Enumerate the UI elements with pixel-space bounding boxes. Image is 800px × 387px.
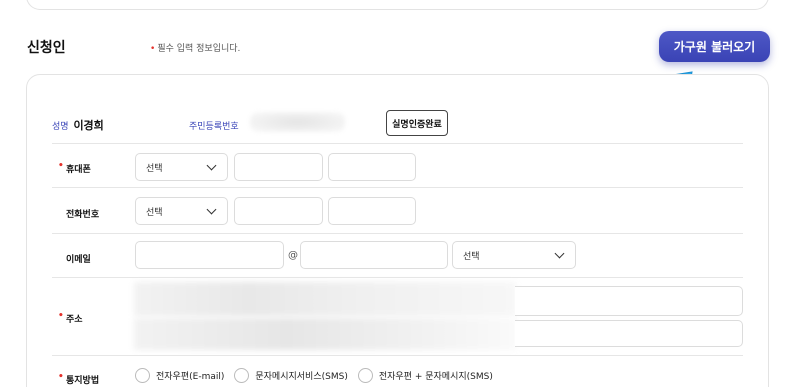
real-name-verified-button[interactable]: 실명인증완료: [386, 110, 448, 136]
radio-button[interactable]: [135, 368, 150, 383]
radio-button[interactable]: [234, 368, 250, 383]
divider: [52, 187, 743, 188]
required-note: • 필수 입력 정보입니다.: [150, 41, 240, 54]
address-detail-input[interactable]: [515, 320, 743, 347]
address-masked-line-1: [134, 282, 516, 316]
tel-label: 전화번호: [66, 210, 100, 220]
section-title: 신청인: [27, 40, 66, 56]
email-domain-select[interactable]: 선택: [452, 241, 576, 269]
tel-prefix-select[interactable]: 선택: [135, 197, 228, 225]
divider: [52, 233, 743, 234]
address-line-1-input[interactable]: [515, 286, 743, 316]
name-label: 성명: [52, 122, 69, 132]
divider: [52, 277, 743, 278]
email-label: 이메일: [66, 255, 91, 265]
phone-prefix-select[interactable]: 선택: [135, 153, 228, 181]
name-value: 이경희: [73, 119, 104, 132]
chevron-down-icon: [206, 160, 217, 171]
applicant-name: 성명 이경희: [52, 117, 104, 133]
notify-option-label: 전자우편(E-mail): [156, 372, 225, 382]
notify-option-label: 문자메시지서비스(SMS): [255, 372, 348, 382]
tel-middle-input[interactable]: [234, 197, 323, 225]
email-id-input[interactable]: [135, 241, 284, 269]
rrn-masked-value: [250, 112, 345, 132]
address-masked-line-2: [134, 318, 516, 350]
divider: [52, 355, 743, 356]
load-family-members-button[interactable]: 가구원 불러오기: [659, 31, 770, 62]
email-domain-select-value: 선택: [463, 251, 480, 262]
email-domain-input[interactable]: [300, 241, 448, 269]
notify-method-label: 통지방법: [58, 372, 99, 386]
chevron-down-icon: [206, 204, 217, 215]
email-at-sign: @: [288, 250, 298, 261]
phone-label: 휴대폰: [58, 161, 91, 175]
notify-method-options: 전자우편(E-mail) 문자메시지서비스(SMS) 전자우편 + 문자메시지(…: [135, 368, 503, 383]
rrn-label: 주민등록번호: [189, 122, 239, 132]
phone-last-input[interactable]: [328, 153, 416, 181]
radio-button[interactable]: [357, 368, 373, 383]
required-dot: •: [150, 44, 156, 54]
notify-option-label: 전자우편 + 문자메시지(SMS): [378, 372, 493, 382]
address-label: 주소: [58, 311, 82, 325]
tel-prefix-select-value: 선택: [146, 207, 163, 218]
phone-middle-input[interactable]: [234, 153, 323, 181]
required-note-text: 필수 입력 정보입니다.: [157, 44, 241, 54]
notify-option-sms[interactable]: 문자메시지서비스(SMS): [234, 368, 348, 383]
notify-option-email-sms[interactable]: 전자우편 + 문자메시지(SMS): [357, 368, 493, 383]
tel-last-input[interactable]: [328, 197, 416, 225]
notify-option-email[interactable]: 전자우편(E-mail): [135, 368, 224, 383]
divider: [52, 143, 743, 144]
phone-prefix-select-value: 선택: [146, 163, 163, 174]
chevron-down-icon: [554, 248, 565, 259]
previous-section-card: [26, 0, 769, 10]
